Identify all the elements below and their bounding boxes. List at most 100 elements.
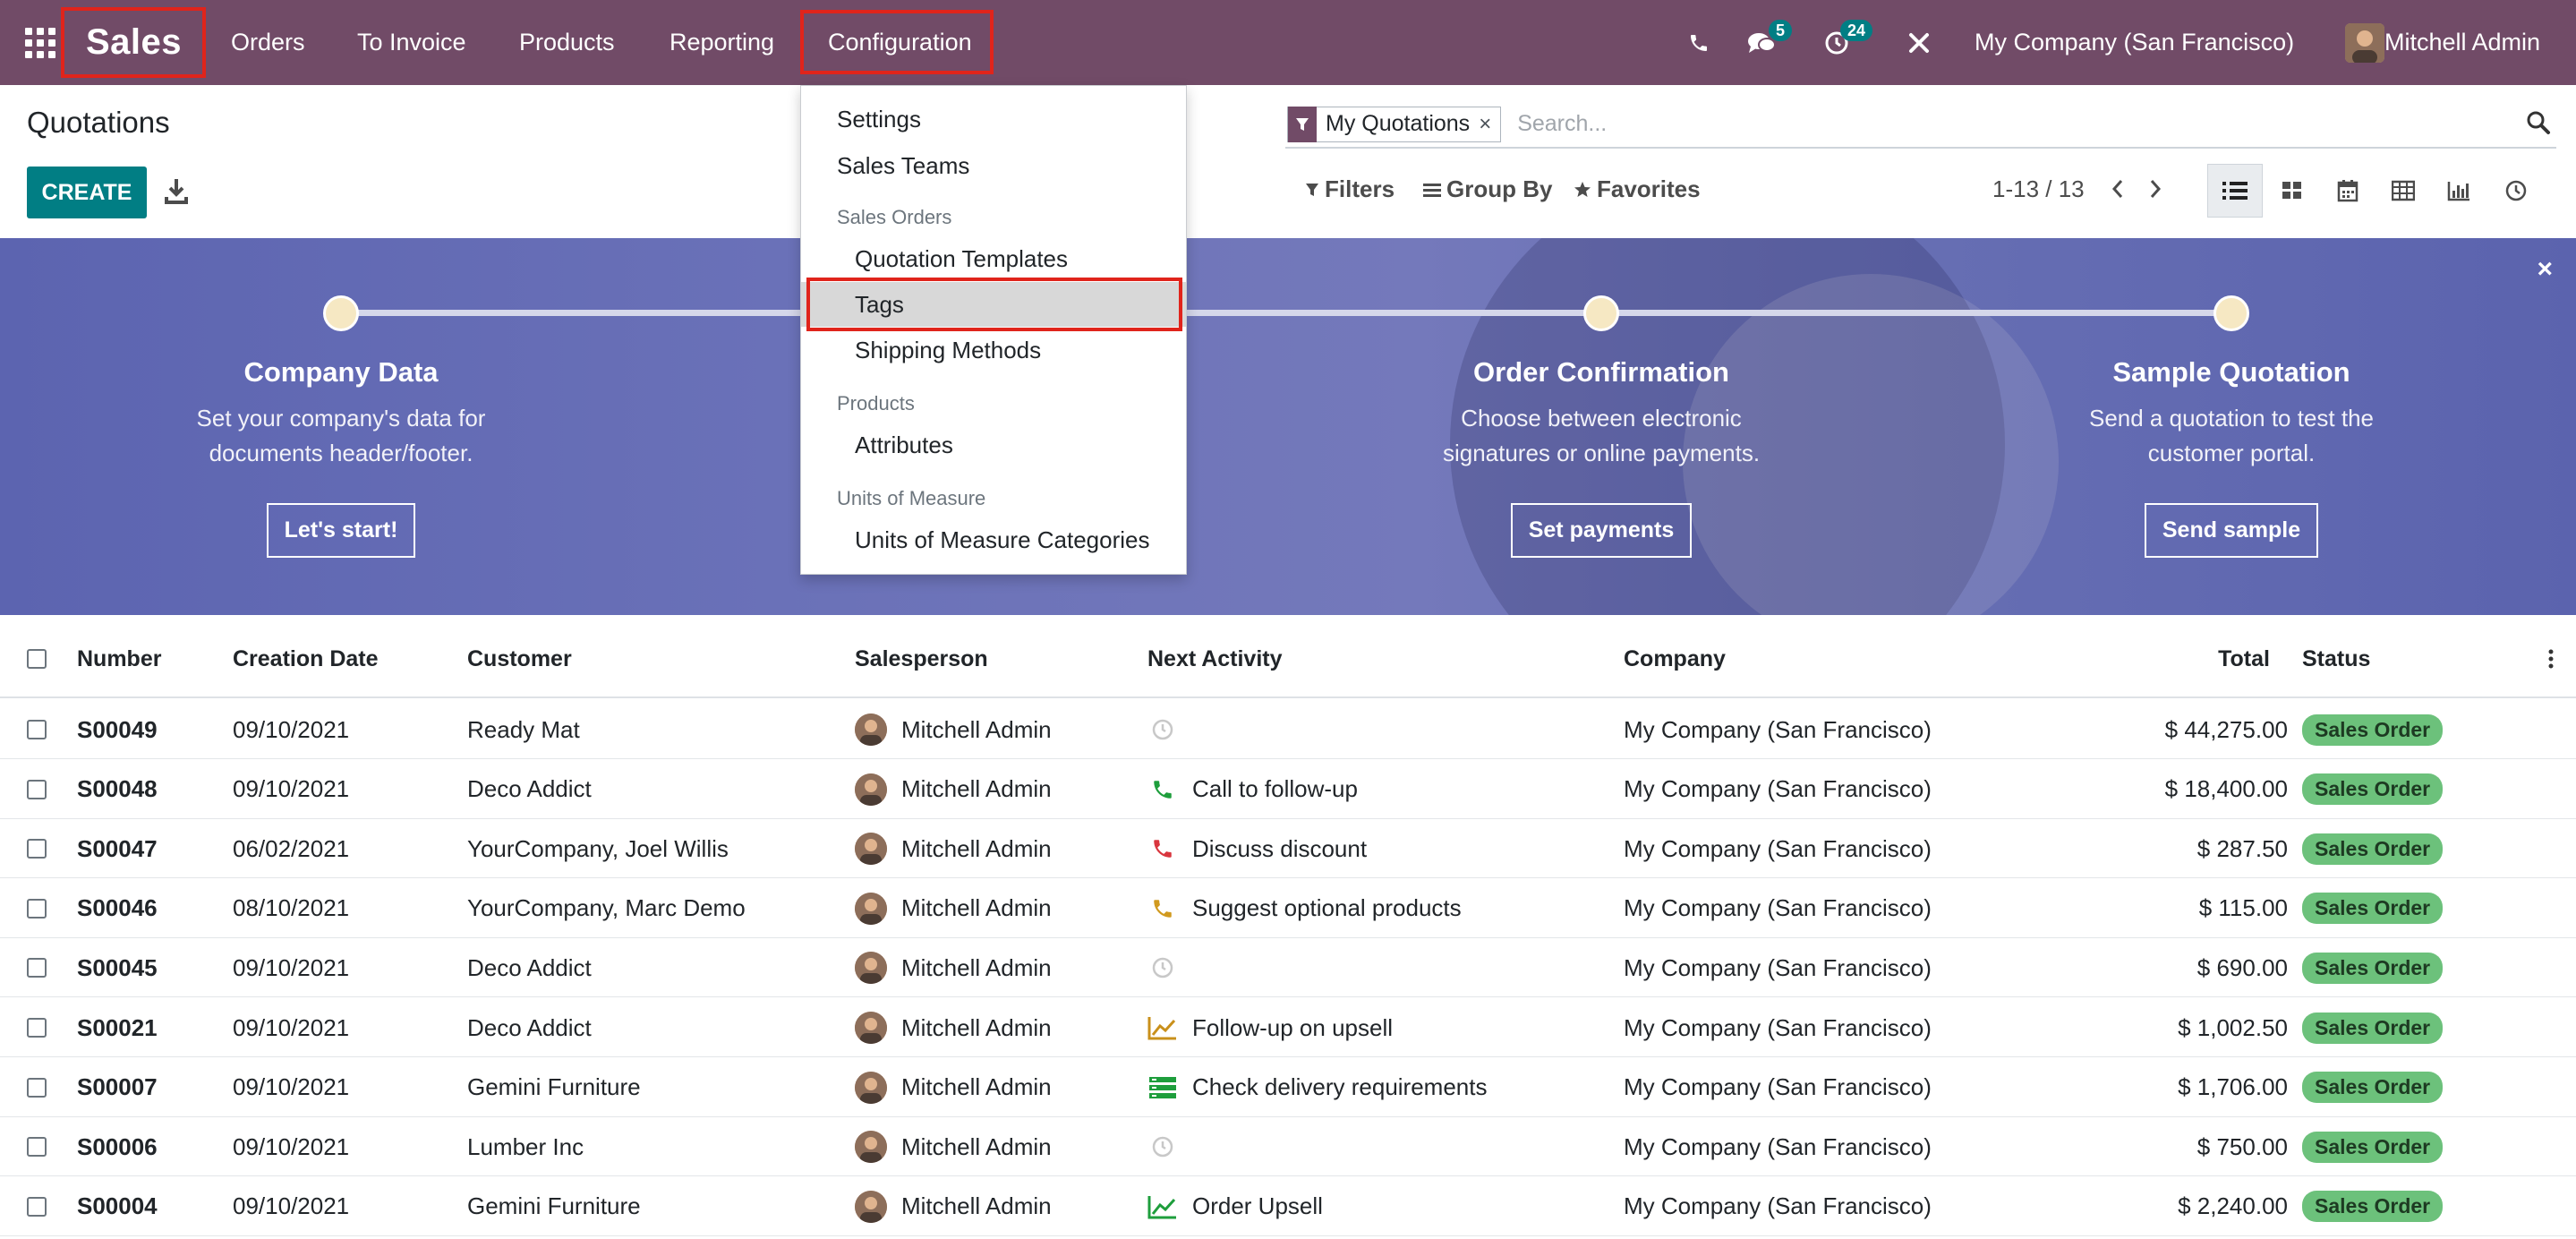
table-row[interactable]: S00046 08/10/2021 YourCompany, Marc Demo Mi… (0, 879, 2576, 938)
next-activity-cell[interactable]: Order Upsell (1147, 1177, 1323, 1236)
messages-icon[interactable] (1742, 0, 1781, 85)
set-payments-button[interactable]: Set payments (1510, 503, 1693, 558)
favorites-button[interactable]: Favorites (1574, 175, 1701, 203)
pager-previous-icon[interactable] (2107, 175, 2128, 202)
row-checkbox[interactable] (27, 998, 47, 1057)
creation-date: 06/02/2021 (233, 834, 350, 862)
menu-reporting[interactable]: Reporting (670, 0, 774, 85)
activities-clock-icon[interactable] (1819, 0, 1855, 85)
table-row[interactable]: S00045 09/10/2021 Deco Addict Mitchell Admi… (0, 938, 2576, 998)
company-switcher[interactable]: My Company (San Francisco) (1975, 0, 2294, 85)
dropdown-item-shipping-methods[interactable]: Shipping Methods (801, 328, 1186, 372)
column-salesperson[interactable]: Salesperson (855, 620, 988, 698)
tasks-green-icon[interactable] (1147, 1072, 1178, 1103)
next-activity-cell[interactable]: Call to follow-up (1147, 760, 1358, 819)
group-by-button[interactable]: Group By (1423, 175, 1552, 203)
table-row[interactable]: S00049 09/10/2021 Ready Mat Mitchell Admin M… (0, 700, 2576, 759)
total-amount: $ 1,002.50 (2178, 1013, 2288, 1041)
next-activity-cell[interactable]: Discuss discount (1147, 819, 1367, 878)
banner-close-icon[interactable]: × (2537, 254, 2553, 285)
row-checkbox[interactable] (27, 879, 47, 938)
table-row[interactable]: S00021 09/10/2021 Deco Addict Mitchell Admi… (0, 998, 2576, 1057)
user-menu[interactable]: Mitchell Admin (2345, 0, 2540, 85)
column-status[interactable]: Status (2302, 620, 2370, 698)
app-brand[interactable]: Sales (86, 0, 182, 85)
row-checkbox[interactable] (27, 1177, 47, 1236)
pivot-view-icon[interactable] (2376, 164, 2431, 218)
customer: Gemini Furniture (467, 1073, 641, 1101)
phone-green-icon[interactable] (1147, 774, 1178, 805)
next-activity-cell[interactable]: Suggest optional products (1147, 879, 1462, 938)
table-row[interactable]: S00048 09/10/2021 Deco Addict Mitchell Admi… (0, 760, 2576, 819)
column-total[interactable]: Total (2130, 620, 2270, 698)
create-button[interactable]: CREATE (27, 167, 147, 218)
table-row[interactable]: S00004 09/10/2021 Gemini Furniture Mitchell… (0, 1177, 2576, 1236)
chart-green-icon[interactable] (1147, 1192, 1178, 1222)
send-sample-button[interactable]: Send sample (2144, 503, 2319, 558)
user-name: Mitchell Admin (2384, 29, 2541, 56)
download-icon[interactable] (163, 175, 190, 208)
bars-icon (1423, 183, 1441, 197)
facet-remove-icon[interactable]: × (1479, 112, 1500, 137)
lets-start-button[interactable]: Let's start! (266, 503, 416, 558)
pager-value[interactable]: 1-13 / 13 (1992, 175, 2085, 203)
row-checkbox[interactable] (27, 700, 47, 759)
step-dot (1583, 295, 1619, 331)
debug-tools-icon[interactable] (1901, 0, 1937, 85)
menu-configuration[interactable]: Configuration (828, 0, 972, 85)
phone-red-icon[interactable] (1147, 833, 1178, 864)
menu-to-invoice[interactable]: To Invoice (357, 0, 466, 85)
row-checkbox[interactable] (27, 819, 47, 878)
dropdown-item-settings[interactable]: Settings (801, 97, 1186, 141)
dropdown-item-sales-teams[interactable]: Sales Teams (801, 143, 1186, 188)
step-company-data: Company Data Set your company's data for… (117, 356, 565, 558)
column-customer[interactable]: Customer (467, 620, 572, 698)
table-row[interactable]: S00047 06/02/2021 YourCompany, Joel Willis… (0, 819, 2576, 879)
graph-view-icon[interactable] (2431, 164, 2486, 218)
chart-orange-icon[interactable] (1147, 1013, 1178, 1043)
select-all-checkbox[interactable] (27, 620, 47, 698)
apps-menu-icon[interactable] (25, 0, 61, 85)
kanban-view-icon[interactable] (2265, 164, 2320, 218)
menu-products[interactable]: Products (519, 0, 615, 85)
table-row[interactable]: S00006 09/10/2021 Lumber Inc Mitchell Admin… (0, 1117, 2576, 1177)
optional-columns-icon[interactable] (2547, 620, 2555, 698)
list-view-icon[interactable] (2207, 164, 2263, 218)
salesperson-avatar (855, 833, 887, 866)
clock-icon[interactable] (1147, 953, 1178, 983)
clock-icon[interactable] (1147, 1132, 1178, 1162)
row-checkbox[interactable] (27, 1117, 47, 1176)
dropdown-item-attributes[interactable]: Attributes (801, 423, 1186, 467)
column-number[interactable]: Number (77, 620, 161, 698)
column-company[interactable]: Company (1624, 620, 1726, 698)
salesperson-cell: Mitchell Admin (855, 1117, 1052, 1176)
row-checkbox[interactable] (27, 760, 47, 819)
next-activity-cell[interactable] (1147, 700, 1192, 759)
next-activity-cell[interactable]: Check delivery requirements (1147, 1058, 1487, 1117)
next-activity-cell[interactable]: Follow-up on upsell (1147, 998, 1393, 1057)
search-input[interactable] (1515, 110, 2483, 138)
filters-button[interactable]: Filters (1305, 175, 1395, 203)
search-icon[interactable] (2526, 110, 2551, 140)
phone-orange-icon[interactable] (1147, 893, 1178, 924)
phone-icon[interactable] (1681, 0, 1717, 85)
row-checkbox[interactable] (27, 1058, 47, 1117)
row-checkbox[interactable] (27, 938, 47, 997)
activity-view-icon[interactable] (2488, 164, 2544, 218)
dropdown-item-tags[interactable]: Tags (801, 282, 1186, 327)
next-activity-cell[interactable] (1147, 938, 1192, 997)
menu-orders[interactable]: Orders (231, 0, 305, 85)
calendar-view-icon[interactable] (2320, 164, 2376, 218)
progress-line (340, 310, 2232, 316)
activity-summary: Discuss discount (1192, 834, 1368, 862)
pager-next-icon[interactable] (2145, 175, 2166, 202)
column-next-activity[interactable]: Next Activity (1147, 620, 1283, 698)
salesperson-cell: Mitchell Admin (855, 1058, 1052, 1117)
table-row[interactable]: S00007 09/10/2021 Gemini Furniture Mitchell… (0, 1058, 2576, 1117)
dropdown-item-quotation-templates[interactable]: Quotation Templates (801, 236, 1186, 281)
column-creation-date[interactable]: Creation Date (233, 620, 379, 698)
clock-icon[interactable] (1147, 714, 1178, 745)
dropdown-item-uom-categories[interactable]: Units of Measure Categories (801, 517, 1186, 562)
next-activity-cell[interactable] (1147, 1117, 1192, 1176)
status-badge: Sales Order (2302, 1131, 2444, 1163)
